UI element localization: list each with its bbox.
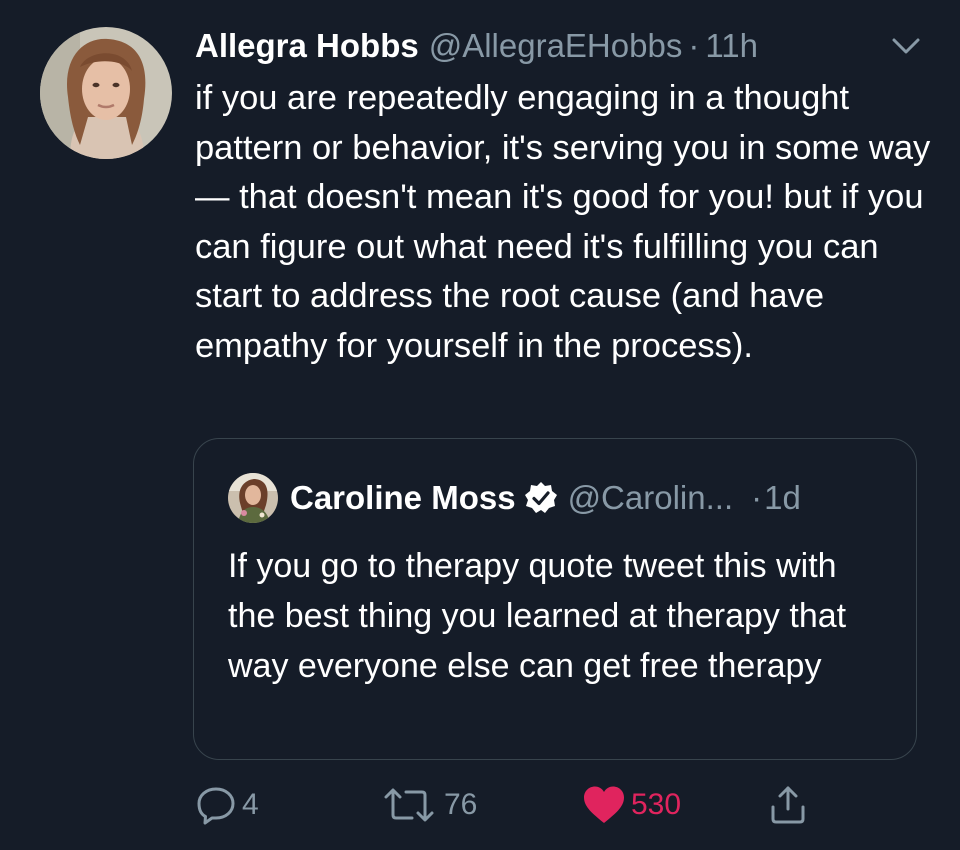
retweet-icon bbox=[384, 788, 434, 822]
quoted-author-avatar bbox=[228, 473, 278, 523]
share-icon bbox=[771, 786, 805, 824]
quoted-author-handle: @Carolin... bbox=[567, 479, 734, 516]
retweet-count: 76 bbox=[444, 788, 478, 821]
share-button[interactable] bbox=[766, 780, 810, 830]
retweet-button[interactable]: 76 bbox=[380, 780, 477, 830]
tweet-header: Allegra Hobbs @AllegraEHobbs · 11h bbox=[195, 26, 758, 66]
verified-badge-icon bbox=[524, 482, 557, 513]
author-avatar[interactable] bbox=[40, 27, 172, 159]
chevron-down-icon[interactable] bbox=[890, 34, 922, 58]
heart-icon bbox=[584, 786, 624, 823]
quoted-tweet-time: 1d bbox=[764, 479, 801, 516]
quoted-header-separator: · bbox=[751, 479, 763, 516]
author-name[interactable]: Allegra Hobbs bbox=[195, 27, 419, 65]
quoted-tweet-card[interactable]: Caroline Moss @Carolin... · 1d If you go… bbox=[193, 438, 917, 760]
quoted-tweet-text: If you go to therapy quote tweet this wi… bbox=[228, 547, 847, 685]
like-count: 530 bbox=[631, 788, 682, 821]
tweet: Allegra Hobbs @AllegraEHobbs · 11h if yo… bbox=[0, 0, 960, 850]
tweet-time[interactable]: 11h bbox=[705, 27, 758, 65]
reply-count: 4 bbox=[242, 788, 259, 821]
tweet-actions: 4 76 530 bbox=[0, 780, 960, 830]
reply-icon bbox=[197, 787, 235, 825]
reply-button[interactable]: 4 bbox=[194, 780, 259, 830]
like-button[interactable]: 530 bbox=[581, 780, 681, 830]
quoted-tweet-header: Caroline Moss @Carolin... · 1d bbox=[290, 477, 801, 519]
header-separator: · bbox=[688, 27, 700, 64]
author-handle[interactable]: @AllegraEHobbs bbox=[429, 27, 683, 65]
tweet-text: if you are repeatedly engaging in a thou… bbox=[195, 79, 931, 365]
quoted-author-name: Caroline Moss bbox=[290, 479, 516, 516]
